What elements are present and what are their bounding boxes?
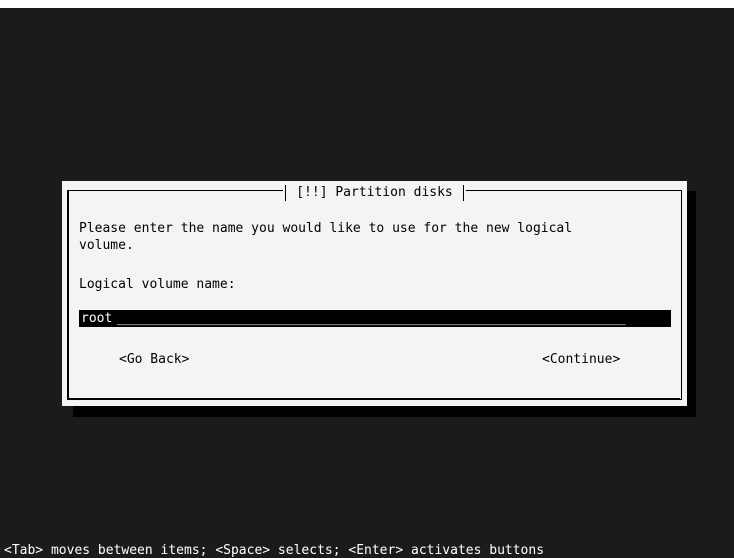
continue-button[interactable]: <Continue>: [542, 352, 620, 368]
dialog-message-line-1: Please enter the name you would like to …: [79, 221, 573, 236]
dialog-frame-accent: [68, 398, 680, 399]
dialog-title-wrap: [!!] Partition disks: [62, 181, 687, 203]
logical-volume-name-value: root: [81, 311, 113, 326]
dialog-message-line-2: volume.: [79, 238, 134, 253]
partition-disks-dialog: [!!] Partition disks Please enter the na…: [62, 181, 687, 406]
installer-screen: [!!] Partition disks Please enter the na…: [0, 8, 734, 558]
dialog-title: [!!] Partition disks: [296, 185, 453, 200]
logical-volume-name-label: Logical volume name:: [79, 277, 236, 292]
dialog-frame-accent: [68, 191, 69, 400]
go-back-button[interactable]: <Go Back>: [119, 352, 189, 368]
input-fill-underscores: ________________________________________…: [117, 311, 626, 326]
keyboard-help-status-bar: <Tab> moves between items; <Space> selec…: [4, 543, 545, 558]
title-right-bar: [462, 184, 464, 201]
dialog-title-box: [!!] Partition disks: [283, 183, 466, 203]
logical-volume-name-input[interactable]: root ___________________________________…: [79, 310, 671, 327]
